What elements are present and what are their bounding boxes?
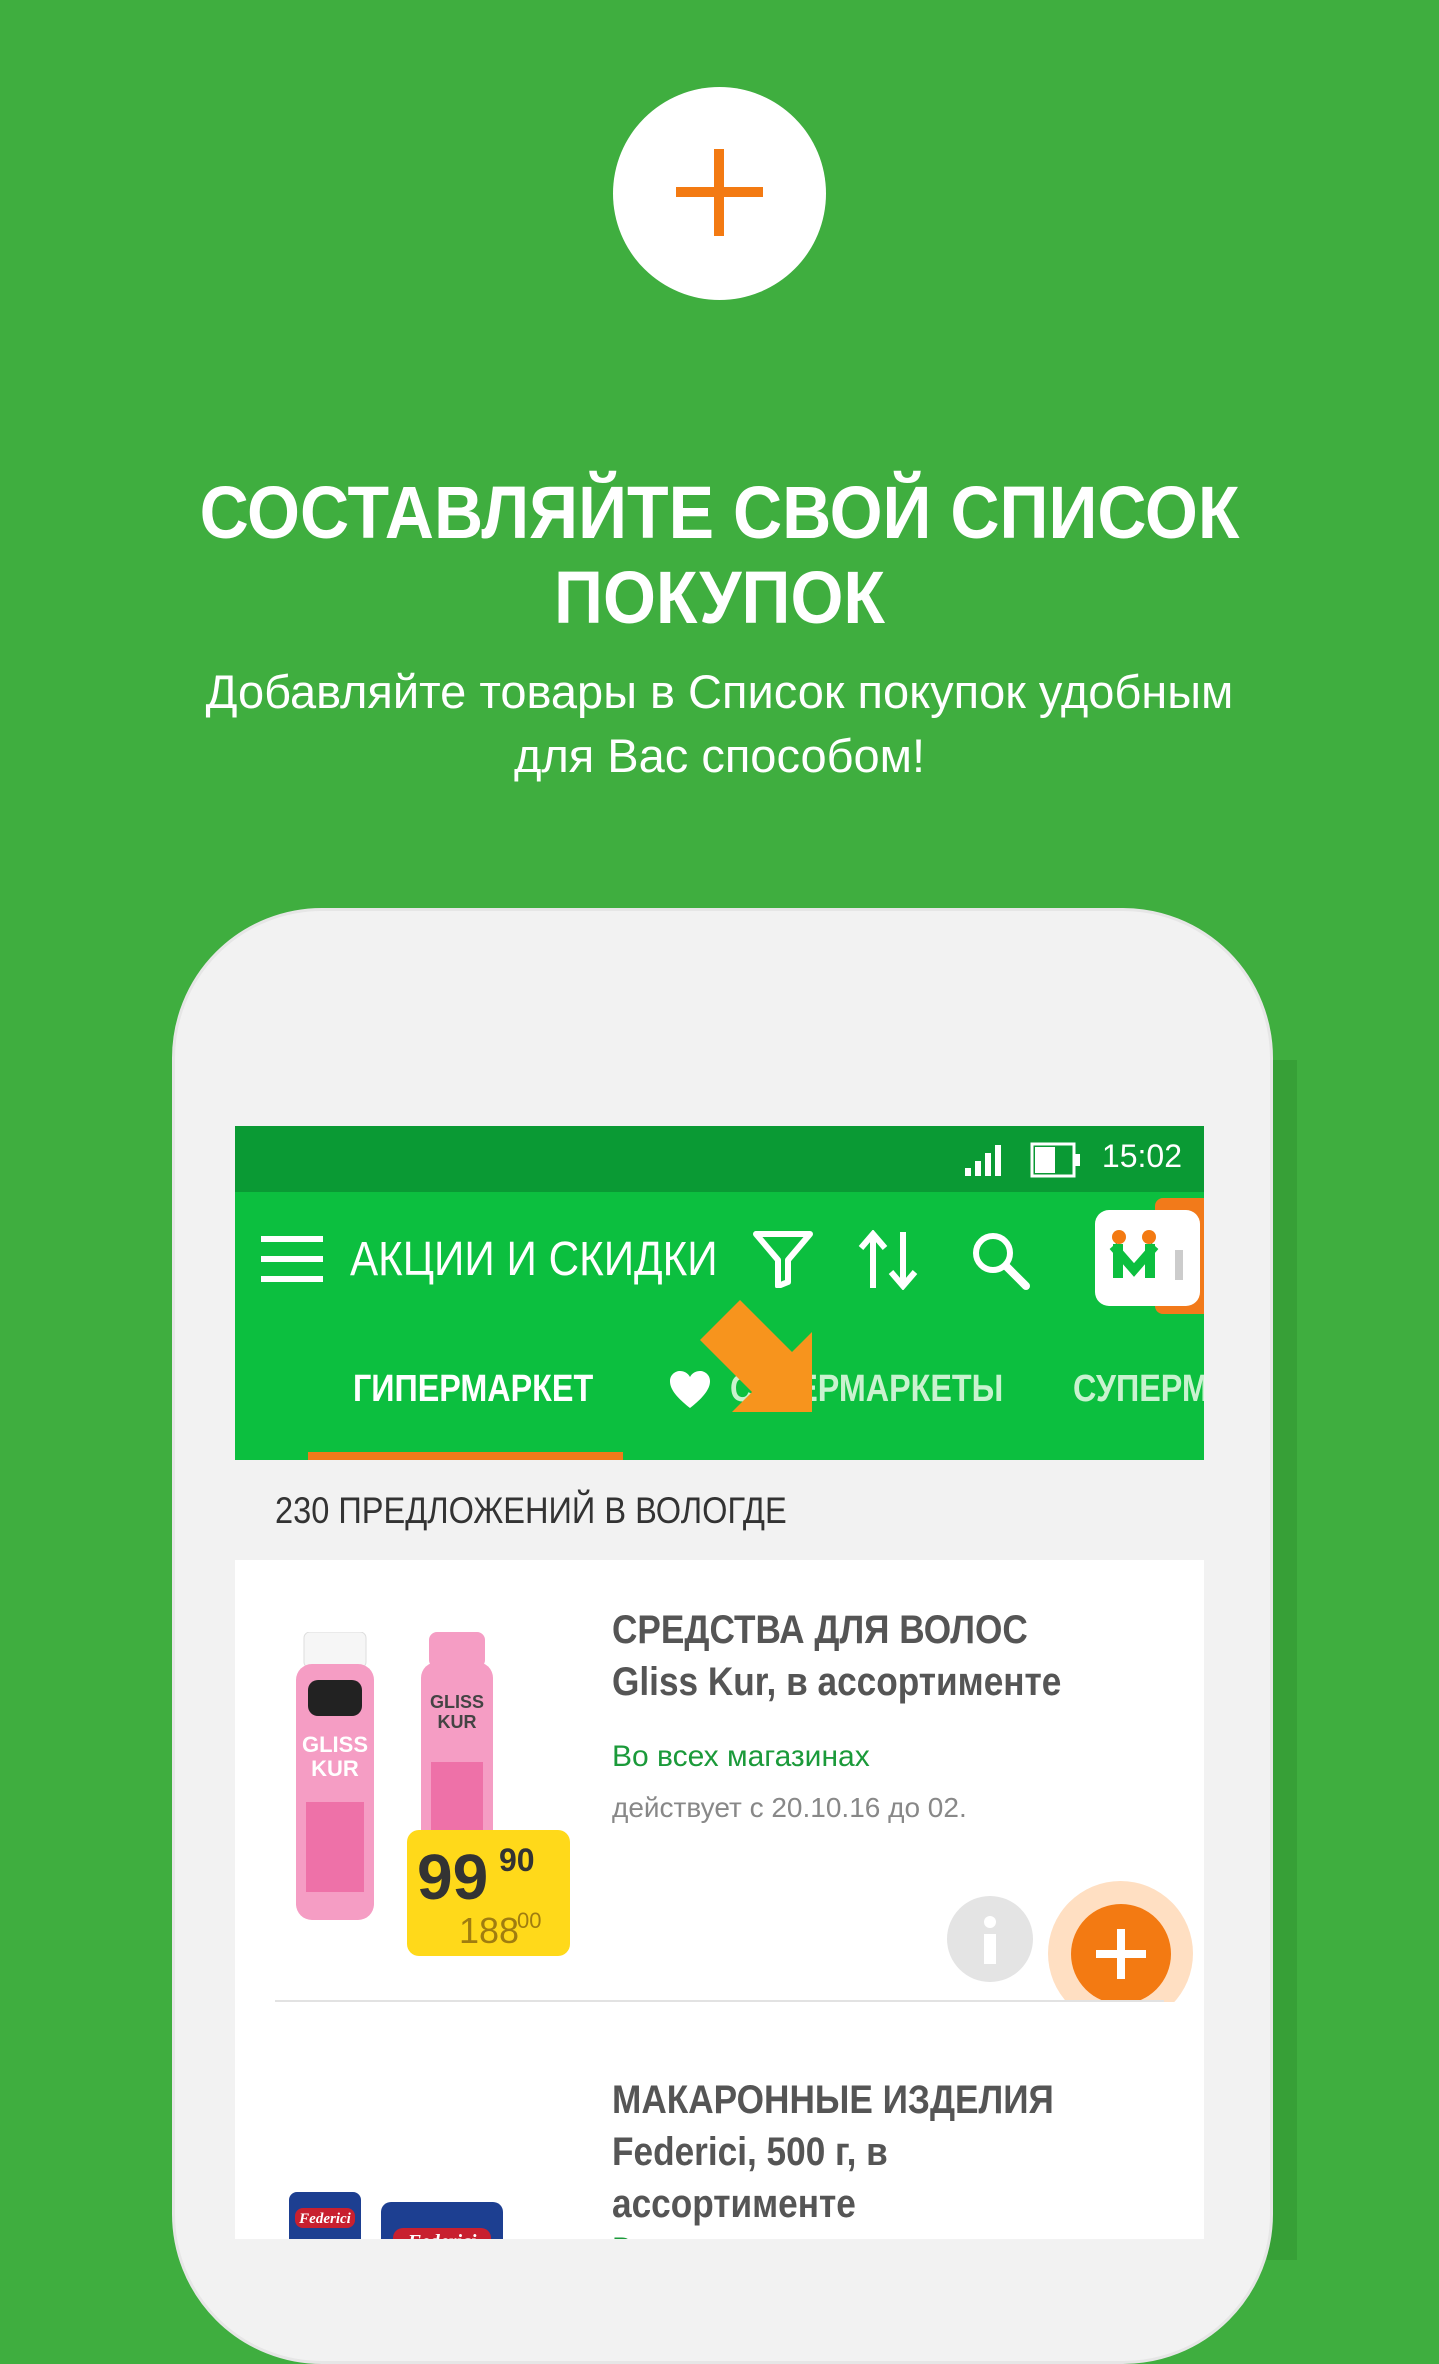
svg-text:GLISS: GLISS: [430, 1692, 484, 1712]
promo-subtext-line2: для Вас способом!: [513, 729, 926, 782]
product-image-pasta-2: Federici: [381, 2202, 503, 2239]
menu-icon[interactable]: [261, 1234, 325, 1284]
signal-icon: [965, 1145, 1001, 1176]
svg-text:Federici: Federici: [298, 2211, 351, 2227]
status-time: 15:02: [1101, 1138, 1182, 1174]
product-title: МАКАРОННЫЕ ИЗДЕЛИЯ Federici, 500 г, в ас…: [612, 2078, 1054, 2226]
sort-icon[interactable]: [857, 1230, 919, 1290]
price-tag: 99 90 188 00: [407, 1830, 570, 1956]
info-icon: [984, 1916, 996, 1964]
product-card[interactable]: Federici Federici МАКАРОННЫЕ ИЗДЕЛИЯ Fed…: [235, 2002, 1204, 2239]
plus-icon: [676, 149, 763, 236]
offers-header: 230 ПРЕДЛОЖЕНИЙ В ВОЛОГДЕ: [235, 1460, 1204, 1560]
product-title: СРЕДСТВА ДЛЯ ВОЛОС Gliss Kur, в ассортим…: [612, 1608, 1062, 1704]
plus-icon: [1096, 1929, 1146, 1979]
battery-icon: [1030, 1142, 1080, 1178]
info-button[interactable]: [947, 1896, 1033, 1982]
search-icon[interactable]: [970, 1230, 1030, 1290]
phone-screen: 15:02 АКЦИИ И СКИДКИ ГИПЕРМАРКЕТ СУПЕРМА…: [235, 1126, 1204, 2239]
offers-count: 230 ПРЕДЛОЖЕНИЙ В ВОЛОГДЕ: [275, 1490, 787, 1531]
svg-text:GLISS: GLISS: [302, 1732, 368, 1757]
svg-text:Federici: Federici: [407, 2231, 477, 2239]
price-old-cents: 00: [517, 1908, 542, 1933]
product-validity: действует с 20.10.16 до 02.: [612, 1792, 967, 1823]
app-logo-badge[interactable]: [1095, 1210, 1200, 1306]
product-availability: В: [612, 2232, 632, 2239]
pointer-arrow-icon: [700, 1300, 812, 1412]
tab-hypermarket[interactable]: ГИПЕРМАРКЕТ: [353, 1368, 593, 1411]
toolbar-title: АКЦИИ И СКИДКИ: [350, 1233, 718, 1286]
app-logo-icon: [1109, 1230, 1183, 1280]
product-availability: Во всех магазинах: [612, 1740, 870, 1773]
active-tab-indicator: [308, 1452, 623, 1460]
tab-superm[interactable]: СУПЕРМ: [1073, 1368, 1204, 1411]
filter-icon[interactable]: [752, 1230, 814, 1288]
price-old: 188: [459, 1910, 520, 1951]
svg-text:KUR: KUR: [438, 1712, 477, 1732]
product-card[interactable]: GLISS KUR GLISS KUR 99 90 188 00 СРЕДСТВ…: [235, 1560, 1204, 2026]
add-to-list-feature-icon: [613, 87, 826, 300]
add-to-list-button[interactable]: [1071, 1904, 1171, 2004]
product-image-shampoo-2: GLISS KUR: [421, 1632, 493, 1852]
price-new-cents: 90: [499, 1842, 535, 1878]
svg-text:KUR: KUR: [311, 1756, 359, 1781]
status-bar: 15:02: [235, 1126, 1204, 1192]
price-new: 99: [417, 1841, 489, 1913]
promo-subtext: Добавляйте товары в Список покупок удобн…: [150, 660, 1289, 788]
product-image-shampoo-1: GLISS KUR: [296, 1632, 374, 1920]
promo-subtext-line1: Добавляйте товары в Список покупок удобн…: [205, 665, 1234, 718]
promo-headline: СОСТАВЛЯЙТЕ СВОЙ СПИСОК ПОКУПОК: [199, 471, 1240, 639]
product-image-pasta-1: Federici: [289, 2192, 361, 2239]
